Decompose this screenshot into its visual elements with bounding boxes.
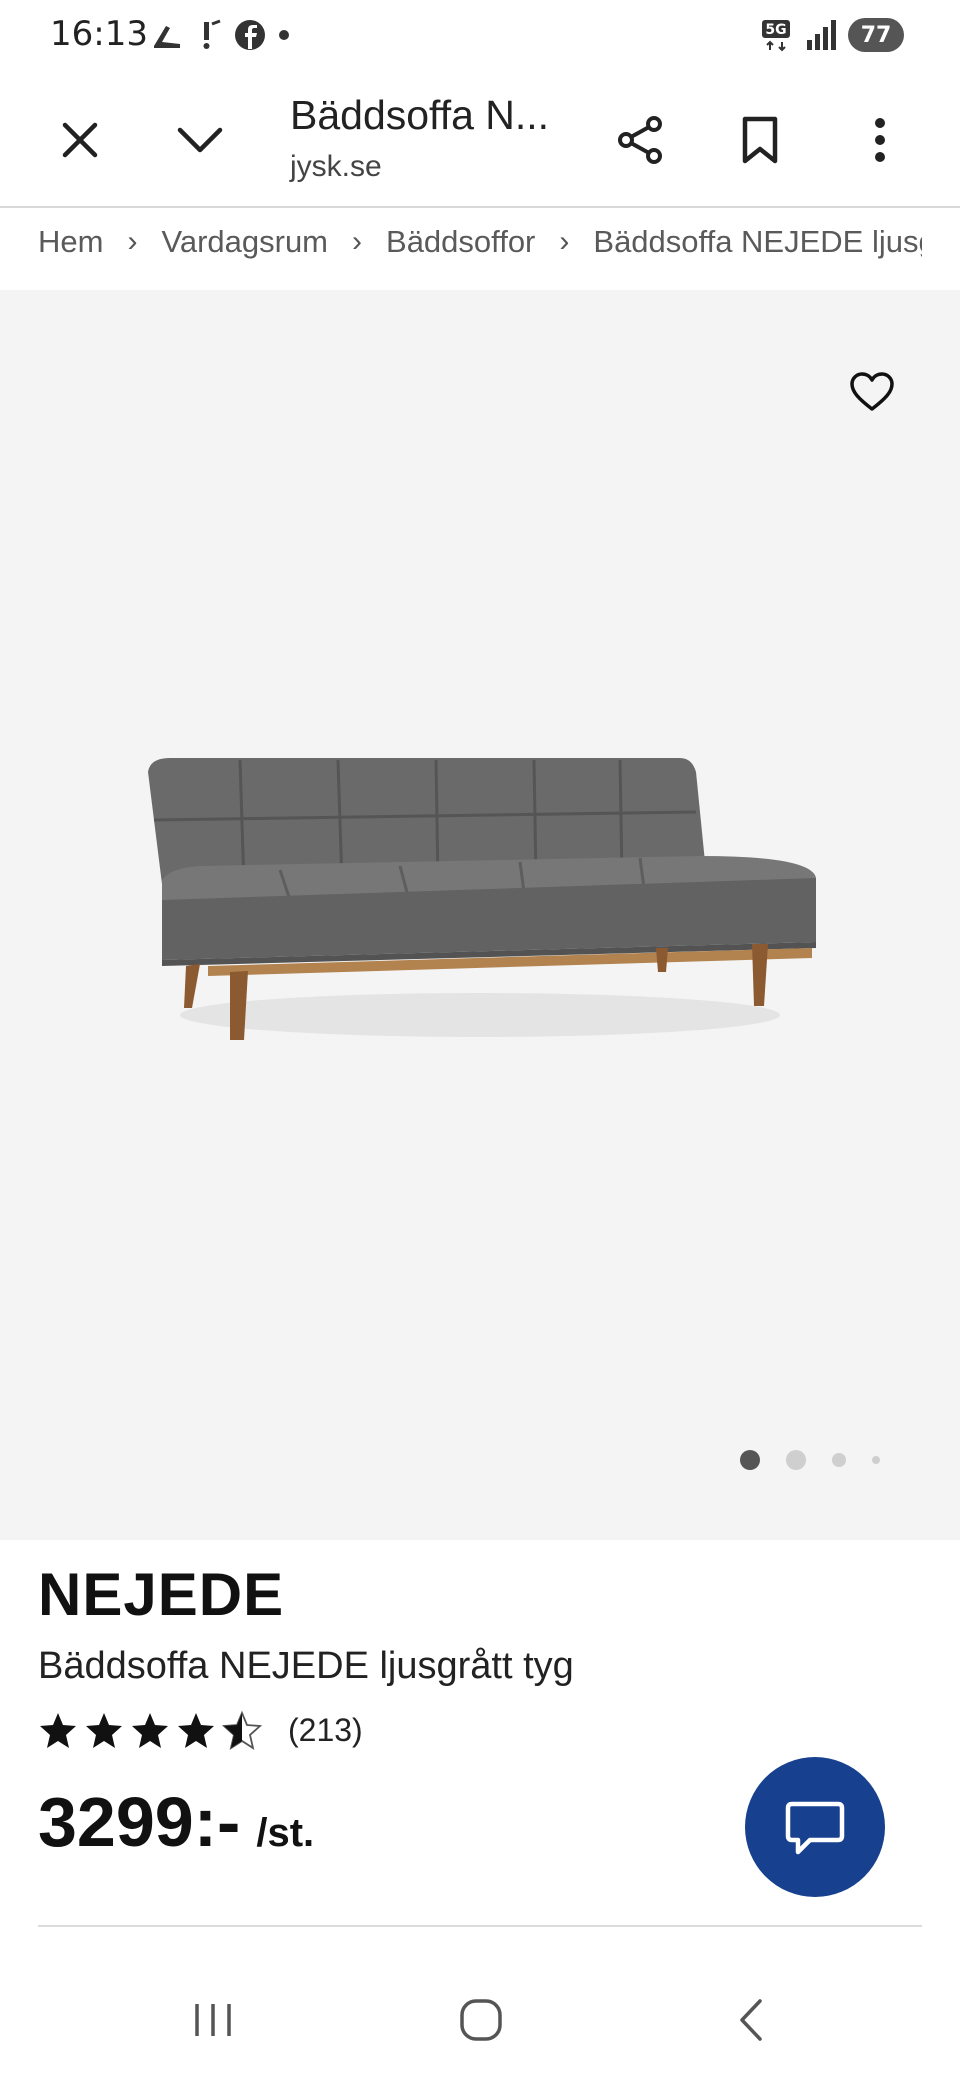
- browser-toolbar: Bäddsoffa N... jysk.se: [0, 72, 960, 208]
- star-icon: [40, 1713, 76, 1748]
- star-icon: [178, 1713, 214, 1748]
- carousel-dot[interactable]: [872, 1456, 880, 1464]
- rating[interactable]: (213): [38, 1710, 363, 1750]
- back-button[interactable]: [706, 1980, 796, 2060]
- carousel-dot[interactable]: [832, 1453, 846, 1467]
- carousel-indicators: [740, 1450, 880, 1470]
- breadcrumb-item-sofa-beds[interactable]: Bäddsoffor: [386, 224, 535, 260]
- bookmark-button[interactable]: [720, 100, 800, 180]
- recent-apps-icon: [195, 2004, 231, 2036]
- more-vert-icon: [875, 118, 885, 162]
- product-brand: NEJEDE: [38, 1561, 285, 1628]
- carousel-dot[interactable]: [786, 1450, 806, 1470]
- heart-icon: [850, 372, 894, 411]
- close-icon: [62, 122, 98, 158]
- divider: [38, 1925, 922, 1927]
- page-title: Bäddsoffa N...: [290, 92, 550, 138]
- favorite-button[interactable]: [840, 360, 904, 424]
- star-half-icon: [222, 1710, 262, 1750]
- steps-icon: [154, 26, 180, 48]
- signal-icon: [807, 20, 836, 50]
- price-unit: /st.: [256, 1811, 315, 1855]
- more-options-button[interactable]: [840, 100, 920, 180]
- chevron-right-icon: ›: [559, 225, 570, 258]
- product-name: Bäddsoffa NEJEDE ljusgrått tyg: [38, 1645, 574, 1687]
- chevron-down-icon: [177, 127, 223, 153]
- star-icon: [132, 1713, 168, 1748]
- price-value: 3299:-: [38, 1783, 241, 1861]
- dot-icon: [279, 30, 289, 40]
- alert-icon: [203, 19, 221, 49]
- page-url: jysk.se: [290, 150, 382, 183]
- chat-bubble-icon: [785, 1801, 845, 1855]
- bookmark-icon: [742, 116, 778, 164]
- price: 3299:- /st.: [38, 1782, 314, 1862]
- chevron-right-icon: ›: [127, 225, 138, 258]
- product-image: [148, 758, 816, 1040]
- network-5g-icon: 5G: [762, 20, 790, 52]
- chat-button[interactable]: [745, 1757, 885, 1897]
- status-time: 16:13: [50, 14, 148, 54]
- svg-text:5G: 5G: [765, 22, 786, 38]
- star-icon: [86, 1713, 122, 1748]
- share-button[interactable]: [600, 100, 680, 180]
- minimize-button[interactable]: [160, 100, 240, 180]
- recent-apps-button[interactable]: [168, 1980, 258, 2060]
- breadcrumb-item-current: Bäddsoffa NEJEDE ljusg: [593, 224, 922, 259]
- chevron-right-icon: ›: [352, 225, 363, 258]
- breadcrumb-item-living-room[interactable]: Vardagsrum: [161, 224, 328, 260]
- breadcrumb: Hem › Vardagsrum › Bäddsoffor › Bäddsoff…: [38, 214, 922, 270]
- status-bar: 16:13 5G 77: [0, 0, 960, 72]
- system-navigation-bar: [0, 1960, 960, 2080]
- battery-indicator: 77: [848, 18, 904, 52]
- home-button[interactable]: [436, 1980, 526, 2060]
- share-icon: [618, 116, 662, 164]
- carousel-dot-active[interactable]: [740, 1450, 760, 1470]
- product-image-carousel[interactable]: [0, 290, 960, 1540]
- facebook-icon: [235, 20, 265, 50]
- home-circle-icon: [460, 1999, 502, 2041]
- close-button[interactable]: [40, 100, 120, 180]
- breadcrumb-item-home[interactable]: Hem: [38, 224, 103, 260]
- review-count: (213): [288, 1711, 363, 1748]
- back-chevron-icon: [740, 1999, 762, 2041]
